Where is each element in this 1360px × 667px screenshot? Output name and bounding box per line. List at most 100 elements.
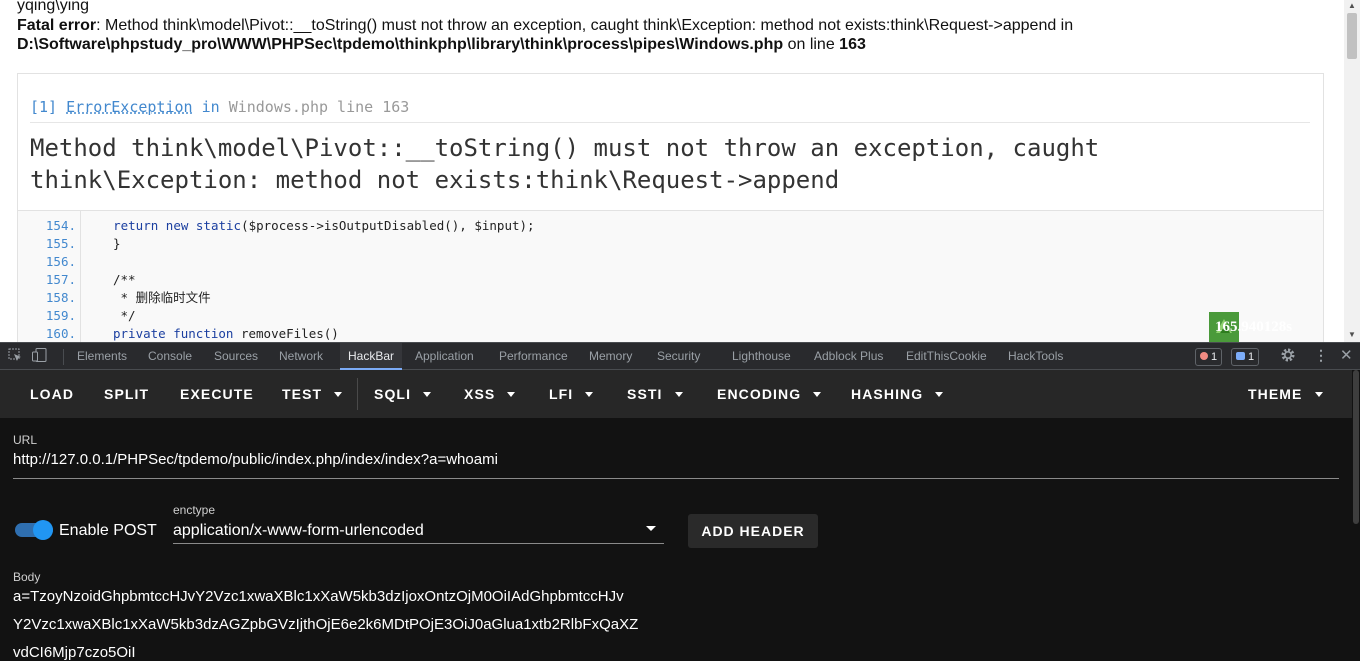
add-header-button[interactable]: ADD HEADER	[688, 514, 818, 548]
scroll-down-icon[interactable]: ▼	[1348, 331, 1356, 339]
tab-performance[interactable]: Performance	[499, 343, 568, 370]
sqli-menu-button[interactable]: SQLI	[374, 370, 432, 418]
exception-panel: [1] ErrorException in Windows.php line 1…	[17, 73, 1324, 342]
execute-button[interactable]: EXECUTE	[180, 370, 254, 418]
code-line: 156.	[18, 253, 76, 271]
gear-icon[interactable]	[1280, 347, 1296, 366]
message-count-badge[interactable]: 1	[1231, 348, 1260, 366]
body-line: a=TzoyNzoidGhpbmtccHJvY2Vzc1xwaXBlc1xXaW…	[13, 588, 624, 605]
lfi-label: LFI	[549, 386, 574, 402]
enctype-select[interactable]: application/x-www-form-urlencoded	[173, 522, 424, 540]
sqli-label: SQLI	[374, 386, 412, 402]
enctype-underline	[173, 543, 664, 544]
hashing-menu-button[interactable]: HASHING	[851, 370, 944, 418]
tab-editthiscookie[interactable]: EditThisCookie	[906, 343, 987, 370]
more-options-icon[interactable]: ⋮	[1314, 347, 1328, 364]
code-line: 160. private function removeFiles()	[18, 325, 339, 342]
error-icon	[1200, 352, 1208, 360]
tab-memory[interactable]: Memory	[589, 343, 632, 370]
tab-lighthouse[interactable]: Lighthouse	[732, 343, 791, 370]
scroll-up-icon[interactable]: ▲	[1348, 2, 1356, 10]
test-menu-button[interactable]: TEST	[282, 370, 343, 418]
exception-message: Method think\model\Pivot::__toString() m…	[30, 132, 1310, 196]
code-line: 155.}	[18, 235, 121, 253]
code-text: return new static($process->isOutputDisa…	[113, 218, 535, 233]
enable-post-toggle[interactable]	[15, 520, 53, 540]
trace-time: 165.940128s	[1215, 318, 1293, 335]
xss-menu-button[interactable]: XSS	[464, 370, 516, 418]
tab-console[interactable]: Console	[148, 343, 192, 370]
chevron-down-icon[interactable]	[646, 526, 656, 531]
hackbar-toolbar: LOAD SPLIT EXECUTE TEST SQLI XSS LFI SST…	[0, 370, 1360, 418]
tab-hacktools[interactable]: HackTools	[1008, 343, 1063, 370]
code-line: 159. */	[18, 307, 136, 325]
ssti-menu-button[interactable]: SSTI	[627, 370, 683, 418]
code-text: }	[113, 236, 121, 251]
error-count-badge[interactable]: 1	[1195, 348, 1223, 366]
fatal-error-label: Fatal error	[17, 17, 97, 34]
page-scrollbar[interactable]: ▲ ▼	[1344, 0, 1360, 342]
chevron-down-icon	[507, 392, 516, 397]
theme-label: THEME	[1248, 386, 1303, 402]
code-line: 154. return new static($process->isOutpu…	[18, 217, 535, 235]
exception-class-link[interactable]: ErrorException	[66, 98, 192, 116]
trace-timer-badge[interactable]: 165.940128s	[1209, 312, 1292, 342]
chevron-down-icon	[334, 392, 343, 397]
body-label: Body	[13, 570, 41, 584]
hackbar-scrollbar[interactable]	[1352, 370, 1360, 661]
chevron-down-icon	[674, 392, 683, 397]
error-count: 1	[1211, 351, 1218, 363]
scrollbar-thumb[interactable]	[1347, 13, 1357, 59]
hackbar-panel: LOAD SPLIT EXECUTE TEST SQLI XSS LFI SST…	[0, 370, 1360, 661]
code-text: /**	[113, 272, 136, 287]
theme-menu-button[interactable]: THEME	[1248, 370, 1323, 418]
hashing-label: HASHING	[851, 386, 924, 402]
output-text: yqing\ying	[17, 0, 90, 14]
chevron-down-icon	[1314, 392, 1323, 397]
scrollbar-thumb[interactable]	[1353, 370, 1359, 524]
toggle-knob	[33, 520, 53, 540]
page-content: yqing\ying Fatal error: Method think\mod…	[0, 0, 1344, 342]
url-label: URL	[13, 433, 38, 447]
lfi-menu-button[interactable]: LFI	[549, 370, 594, 418]
exception-in: in	[201, 98, 220, 116]
fatal-error-line: 163	[839, 36, 866, 53]
encoding-menu-button[interactable]: ENCODING	[717, 370, 822, 418]
enctype-label: enctype	[173, 503, 216, 517]
line-number: 155.	[45, 236, 76, 251]
devtools-tabbar: Elements Console Sources Network HackBar…	[0, 342, 1360, 370]
exception-message-line2: think\Exception: method not exists:think…	[30, 166, 840, 194]
device-toolbar-icon[interactable]	[32, 348, 48, 365]
line-number: 160.	[45, 326, 76, 341]
message-icon	[1236, 352, 1245, 360]
exception-file: Windows.php line 163	[228, 98, 410, 116]
url-input[interactable]: http://127.0.0.1/PHPSec/tpdemo/public/in…	[13, 451, 498, 468]
divider	[63, 349, 64, 365]
tab-adblock-plus[interactable]: Adblock Plus	[814, 343, 883, 370]
code-text: * 删除临时文件	[113, 290, 211, 305]
message-count: 1	[1248, 351, 1255, 363]
fatal-error-path: D:\Software\phpstudy_pro\WWW\PHPSec\tpde…	[17, 36, 784, 53]
split-button[interactable]: SPLIT	[104, 370, 149, 418]
tab-sources[interactable]: Sources	[214, 343, 258, 370]
inspect-element-icon[interactable]	[8, 348, 22, 365]
test-label: TEST	[282, 386, 323, 402]
source-code-block: 154. return new static($process->isOutpu…	[18, 210, 1323, 342]
line-number: 158.	[45, 290, 76, 305]
exception-index: [1]	[30, 98, 58, 116]
load-button[interactable]: LOAD	[30, 370, 74, 418]
code-line: 157. /**	[18, 271, 136, 289]
tab-application[interactable]: Application	[415, 343, 474, 370]
xss-label: XSS	[464, 386, 496, 402]
tab-hackbar[interactable]: HackBar	[340, 343, 403, 370]
close-icon[interactable]: ✕	[1340, 346, 1353, 364]
body-line: Y2Vzc1xwaXBlc1xXaW5kb3dzAGZpbGVzIjthOjE6…	[13, 616, 639, 633]
code-line: 158. * 删除临时文件	[18, 289, 211, 307]
tab-security[interactable]: Security	[657, 343, 700, 370]
divider	[357, 378, 358, 410]
body-textarea[interactable]: a=TzoyNzoidGhpbmtccHJvY2Vzc1xwaXBlc1xXaW…	[13, 583, 673, 667]
fatal-error-text: : Method think\model\Pivot::__toString()…	[96, 17, 1074, 34]
tab-network[interactable]: Network	[279, 343, 323, 370]
fatal-error-online: on line	[783, 36, 840, 53]
tab-elements[interactable]: Elements	[77, 343, 127, 370]
